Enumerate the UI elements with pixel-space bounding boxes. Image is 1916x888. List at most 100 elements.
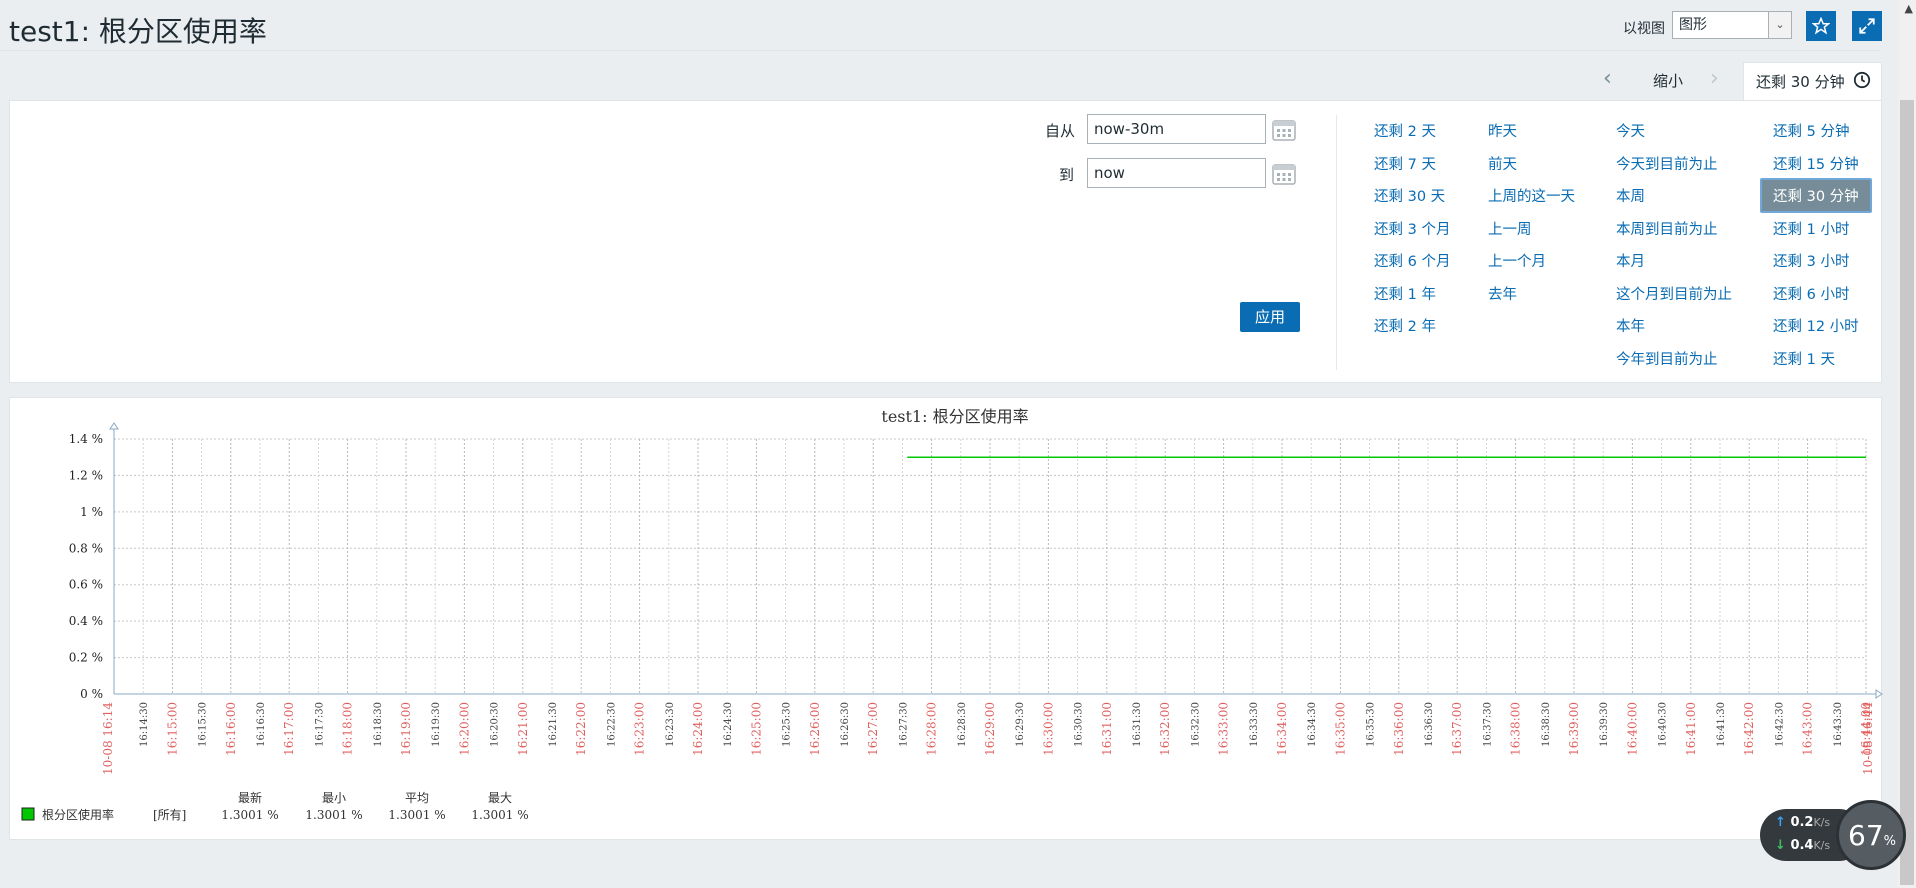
y-tick-label: 0.2 %: [69, 651, 103, 665]
add-favorite-button[interactable]: [1806, 11, 1836, 41]
x-tick-label: 16:37:00: [1450, 702, 1464, 756]
x-tick-label: 16:16:00: [224, 702, 238, 756]
quick-range-link[interactable]: 今天到目前为止: [1616, 153, 1718, 174]
quick-range-link[interactable]: 本周: [1616, 185, 1645, 206]
quick-range-link[interactable]: 还剩 30 分钟: [1760, 178, 1872, 213]
quick-range-link[interactable]: 还剩 12 小时: [1773, 315, 1859, 336]
quick-range-link[interactable]: 还剩 1 天: [1773, 348, 1835, 369]
x-tick-label: 16:39:00: [1567, 702, 1581, 756]
time-filter-panel: 自从 now-30m 到 now 应用 还剩 2 天还剩 7 天还剩 30 天还…: [9, 100, 1882, 383]
x-tick-label: 16:43:00: [1801, 702, 1815, 756]
x-tick-label: 16:40:00: [1625, 702, 1639, 756]
x-tick-label: 16:37:30: [1482, 702, 1493, 747]
time-next-button[interactable]: ›: [1710, 66, 1719, 91]
from-input[interactable]: now-30m: [1087, 114, 1266, 144]
upload-speed: ↑ 0.2K/s: [1775, 815, 1831, 830]
y-tick-label: 0.6 %: [69, 578, 103, 592]
quick-range-link[interactable]: 还剩 6 个月: [1374, 250, 1450, 271]
x-tick-label: 16:29:30: [1015, 702, 1026, 747]
quick-range-link[interactable]: 还剩 3 个月: [1374, 218, 1450, 239]
quick-range-link[interactable]: 本周到目前为止: [1616, 218, 1718, 239]
calendar-icon[interactable]: [1272, 119, 1296, 141]
quick-range-link[interactable]: 这个月到目前为止: [1616, 283, 1732, 304]
quick-range-link[interactable]: 本年: [1616, 315, 1645, 336]
x-tick-label: 16:22:30: [606, 702, 617, 747]
zoom-out-button[interactable]: 缩小: [1653, 70, 1683, 91]
x-tick-label: 16:18:30: [373, 702, 384, 747]
x-tick-label: 16:39:30: [1599, 702, 1610, 747]
x-tick-label: 16:25:00: [749, 702, 763, 756]
quick-range-link[interactable]: 还剩 2 年: [1374, 315, 1436, 336]
download-arrow-icon: ↓: [1775, 838, 1786, 853]
quick-range-link[interactable]: 今年到目前为止: [1616, 348, 1718, 369]
view-select-value: 图形: [1679, 17, 1707, 33]
y-tick-label: 0.8 %: [69, 541, 103, 555]
quick-range-link[interactable]: 去年: [1488, 283, 1517, 304]
x-tick-label: 16:36:00: [1392, 702, 1406, 756]
quick-range-link[interactable]: 上一周: [1488, 218, 1532, 239]
x-tick-label: 16:20:30: [490, 702, 501, 747]
quick-range-link[interactable]: 还剩 15 分钟: [1773, 153, 1859, 174]
x-tick-label: 16:20:00: [457, 702, 471, 756]
quick-range-link[interactable]: 还剩 1 年: [1374, 283, 1436, 304]
view-select[interactable]: 图形 ⌄: [1672, 11, 1792, 39]
x-tick-label: 16:33:30: [1249, 702, 1260, 747]
x-tick-label: 16:34:00: [1275, 702, 1289, 756]
quick-range-link[interactable]: 今天: [1616, 120, 1645, 141]
scrollbar-thumb[interactable]: [1900, 100, 1914, 885]
x-tick-label: 16:17:00: [282, 702, 296, 756]
time-prev-button[interactable]: ‹: [1603, 66, 1612, 91]
x-tick-label: 16:36:30: [1424, 702, 1435, 747]
x-tick-label: 16:30:00: [1041, 702, 1055, 756]
x-tick-label: 16:43:30: [1833, 702, 1844, 747]
x-tick-label: 16:26:00: [808, 702, 822, 756]
network-speed-widget: ↑ 0.2K/s ↓ 0.4K/s 67%: [1760, 800, 1908, 870]
graph-panel: test1: 根分区使用率 0 % 0.2 % 0.4 % 0.6 % 0.8 % 1 % 1…: [9, 397, 1883, 840]
x-tick-label: 16:42:30: [1774, 702, 1785, 747]
x-tick-label: 16:31:00: [1100, 702, 1114, 756]
x-tick-label: 16:17:30: [314, 702, 325, 747]
x-tick-label: 16:21:30: [548, 702, 559, 747]
quick-range-link[interactable]: 还剩 3 小时: [1773, 250, 1849, 271]
calendar-icon[interactable]: [1272, 163, 1296, 185]
quick-range-link[interactable]: 还剩 7 天: [1374, 153, 1436, 174]
x-tick-label: 16:30:30: [1074, 702, 1085, 747]
quick-range-link[interactable]: 还剩 1 小时: [1773, 218, 1849, 239]
x-start-label: 10-08 16:14: [101, 702, 115, 775]
scroll-up-icon[interactable]: ▲: [1905, 2, 1913, 15]
quick-range-link[interactable]: 前天: [1488, 153, 1517, 174]
x-tick-label: 16:29:00: [983, 702, 997, 756]
download-speed: ↓ 0.4K/s: [1775, 838, 1831, 853]
quick-range-link[interactable]: 上周的这一天: [1488, 185, 1575, 206]
from-label: 自从: [1045, 122, 1076, 140]
x-tick-label: 16:27:30: [898, 702, 909, 747]
apply-button[interactable]: 应用: [1240, 302, 1300, 332]
quick-range-link[interactable]: 还剩 30 天: [1374, 185, 1445, 206]
quick-range-link[interactable]: 本月: [1616, 250, 1645, 271]
legend-func: [所有]: [153, 808, 186, 822]
quick-range-link[interactable]: 还剩 5 分钟: [1773, 120, 1849, 141]
quick-range-link[interactable]: 还剩 2 天: [1374, 120, 1436, 141]
time-range-tab-label: 还剩 30 分钟: [1756, 73, 1845, 91]
to-input[interactable]: now: [1087, 158, 1266, 188]
y-tick-label: 1 %: [80, 505, 103, 519]
upload-arrow-icon: ↑: [1775, 815, 1786, 830]
quick-range-link[interactable]: 上一个月: [1488, 250, 1546, 271]
quick-range-link[interactable]: 还剩 6 小时: [1773, 283, 1849, 304]
clock-icon: [1853, 71, 1871, 89]
legend-header: 最大: [488, 791, 512, 805]
x-end-label: 10-08 16:44: [1861, 702, 1875, 775]
x-tick-label: 16:15:30: [198, 702, 209, 747]
legend-header: 最新: [238, 790, 262, 805]
x-tick-label: 16:21:00: [516, 702, 530, 756]
legend-value: 1.3001 %: [388, 808, 445, 822]
time-range-tab[interactable]: 还剩 30 分钟: [1743, 62, 1882, 100]
fullscreen-button[interactable]: [1852, 11, 1882, 41]
legend-value: 1.3001 %: [471, 808, 528, 822]
quick-range-link[interactable]: 昨天: [1488, 120, 1517, 141]
x-tick-label: 16:22:00: [574, 702, 588, 756]
x-tick-label: 16:34:30: [1307, 702, 1318, 747]
page-scrollbar[interactable]: ▲: [1898, 0, 1916, 888]
to-label: 到: [1059, 166, 1075, 184]
x-tick-label: 16:24:30: [723, 702, 734, 747]
